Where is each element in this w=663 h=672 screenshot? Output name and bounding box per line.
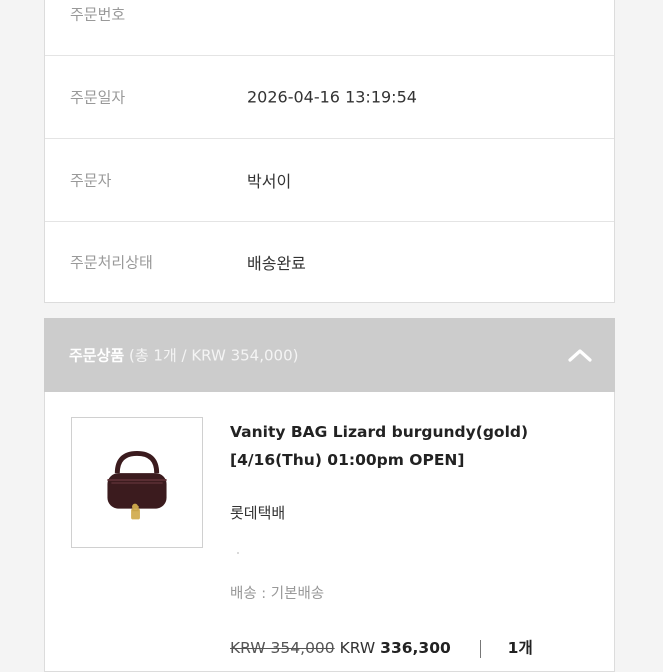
delivery-company: 롯데택배: [230, 504, 286, 522]
ordered-products-summary: (총 1개 / KRW 354,000): [128, 346, 299, 365]
order-number-label: 주문번호: [70, 5, 126, 24]
product-name-line1: Vanity BAG Lizard burgundy(gold): [230, 423, 529, 441]
product-item: Vanity BAG Lizard burgundy(gold) [4/16(T…: [44, 392, 615, 672]
separator-dot: [237, 552, 239, 554]
order-info-table: 주문번호 주문일자 2026-04-16 13:19:54 주문자 박서이 주문…: [44, 0, 615, 303]
chevron-up-icon[interactable]: [567, 347, 593, 363]
ordered-products-label: 주문상품: [69, 346, 125, 365]
orderer-label: 주문자: [70, 171, 112, 190]
order-date-label: 주문일자: [70, 88, 126, 107]
shipping-method: 배송 : 기본배송: [230, 586, 325, 602]
order-date-row: 주문일자 2026-04-16 13:19:54: [45, 56, 614, 139]
product-name[interactable]: Vanity BAG Lizard burgundy(gold) [4/16(T…: [230, 418, 600, 474]
quantity: 1개: [507, 639, 533, 657]
product-name-line2: [4/16(Thu) 01:00pm OPEN]: [230, 451, 465, 469]
order-status-value: 배송완료: [247, 254, 306, 273]
product-thumbnail[interactable]: [71, 417, 203, 548]
sale-price-currency: KRW: [339, 639, 376, 657]
order-number-row: 주문번호: [45, 0, 614, 56]
order-date-value: 2026-04-16 13:19:54: [247, 87, 417, 107]
order-status-label: 주문처리상태: [70, 253, 153, 272]
orderer-row: 주문자 박서이: [45, 139, 614, 222]
sale-price-amount: 336,300: [380, 639, 451, 657]
vanity-bag-image: [107, 450, 167, 520]
original-price: KRW 354,000: [230, 639, 335, 657]
ordered-products-header[interactable]: 주문상품 (총 1개 / KRW 354,000): [44, 318, 615, 392]
order-status-row: 주문처리상태 배송완료: [45, 221, 614, 303]
orderer-value: 박서이: [247, 172, 292, 191]
price-divider: [479, 639, 481, 658]
price-row: KRW 354,000 KRW 336,300 1개: [230, 636, 533, 658]
ordered-products-title: 주문상품 (총 1개 / KRW 354,000): [69, 345, 298, 366]
